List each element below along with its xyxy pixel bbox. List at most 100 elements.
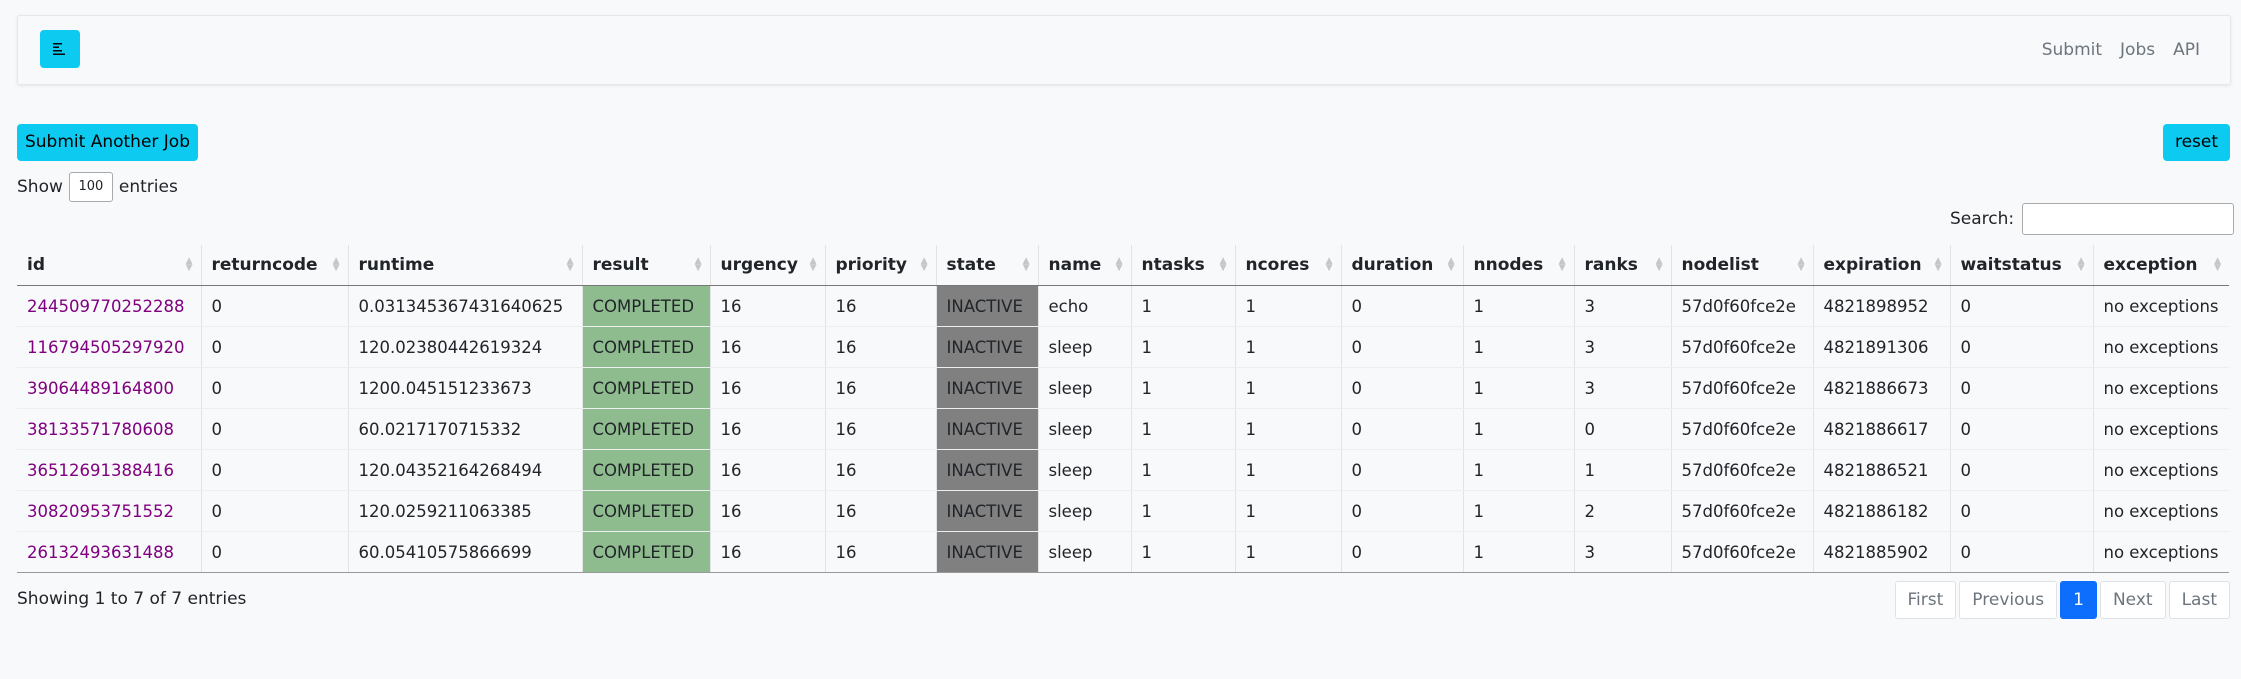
cell-ntasks: 1 (1130, 367, 1235, 409)
nav-link-jobs[interactable]: Jobs (2120, 40, 2155, 60)
cell-ranks: 0 (1573, 408, 1671, 450)
column-header-urgency[interactable]: urgency ▲ ▼ (709, 245, 825, 286)
cell-ncores: 1 (1234, 408, 1341, 450)
column-header-ranks[interactable]: ranks ▲ ▼ (1573, 245, 1671, 286)
table-row: 116794505297920 0 120.02380442619324 COMPLE… (17, 326, 2229, 368)
pagination: First Previous 1 Next Last (1894, 581, 2230, 619)
show-label: Show (17, 177, 63, 197)
column-header-nodelist[interactable]: nodelist ▲ ▼ (1670, 245, 1813, 286)
cell-waitstatus: 0 (1949, 449, 2093, 491)
cell-priority: 16 (824, 531, 936, 573)
column-header-returncode[interactable]: returncode ▲ ▼ (200, 245, 348, 286)
menu-toggle-button[interactable] (40, 30, 80, 68)
job-id-link[interactable]: 36512691388416 (27, 461, 174, 480)
nav-link-submit[interactable]: Submit (2042, 40, 2102, 60)
table-row: 39064489164800 0 1200.045151233673 COMPLETE… (17, 367, 2229, 409)
table-row: 30820953751552 0 120.0259211063385 COMPLETE… (17, 490, 2229, 532)
column-header-result[interactable]: result ▲ ▼ (581, 245, 710, 286)
sort-icon: ▲ ▼ (1115, 256, 1123, 273)
cell-exception: no exceptions (2092, 490, 2229, 532)
column-header-waitstatus[interactable]: waitstatus ▲ ▼ (1949, 245, 2093, 286)
cell-urgency: 16 (709, 285, 825, 327)
cell-nodelist: 57d0f60fce2e (1670, 285, 1813, 327)
column-header-label: id (27, 255, 45, 275)
sort-icon: ▲ ▼ (2077, 256, 2085, 273)
job-id-link[interactable]: 116794505297920 (27, 338, 184, 357)
sort-icon: ▲ ▼ (1934, 256, 1942, 273)
search-input[interactable] (2022, 203, 2235, 235)
column-header-name[interactable]: name ▲ ▼ (1037, 245, 1131, 286)
cell-exception: no exceptions (2092, 326, 2229, 368)
job-id-link[interactable]: 244509770252288 (27, 297, 184, 316)
column-header-nnodes[interactable]: nnodes ▲ ▼ (1462, 245, 1574, 286)
cell-ntasks: 1 (1130, 531, 1235, 573)
cell-waitstatus: 0 (1949, 490, 2093, 532)
column-header-label: ntasks (1141, 255, 1205, 275)
cell-runtime: 120.02380442619324 (347, 326, 582, 368)
cell-exception: no exceptions (2092, 449, 2229, 491)
column-header-label: ncores (1245, 255, 1310, 275)
cell-ncores: 1 (1234, 531, 1341, 573)
search-label: Search: (1950, 209, 2015, 229)
entries-length-select[interactable]: 100 (68, 172, 113, 202)
cell-runtime: 120.04352164268494 (347, 449, 582, 491)
cell-expiration: 4821891306 (1812, 326, 1950, 368)
column-header-expiration[interactable]: expiration ▲ ▼ (1812, 245, 1950, 286)
column-header-runtime[interactable]: runtime ▲ ▼ (347, 245, 582, 286)
pagination-first[interactable]: First (1894, 581, 1957, 619)
cell-urgency: 16 (709, 408, 825, 450)
column-header-label: result (592, 255, 649, 275)
cell-state: INACTIVE (935, 326, 1038, 368)
cell-urgency: 16 (709, 367, 825, 409)
cell-waitstatus: 0 (1949, 408, 2093, 450)
sort-icon: ▲ ▼ (1219, 256, 1227, 273)
cell-state: INACTIVE (935, 490, 1038, 532)
job-id-link[interactable]: 26132493631488 (27, 543, 174, 562)
cell-id: 116794505297920 (17, 326, 201, 368)
cell-expiration: 4821886182 (1812, 490, 1950, 532)
job-id-link[interactable]: 30820953751552 (27, 502, 174, 521)
column-header-id[interactable]: id ▲ ▼ (17, 245, 201, 286)
sort-icon: ▲ ▼ (1022, 256, 1030, 273)
pagination-1[interactable]: 1 (2060, 581, 2097, 619)
column-header-exception[interactable]: exception ▲ ▼ (2092, 245, 2229, 286)
menu-icon (53, 43, 65, 55)
pagination-previous[interactable]: Previous (1959, 581, 2058, 619)
cell-waitstatus: 0 (1949, 367, 2093, 409)
cell-waitstatus: 0 (1949, 285, 2093, 327)
cell-state: INACTIVE (935, 408, 1038, 450)
cell-expiration: 4821886673 (1812, 367, 1950, 409)
column-header-ncores[interactable]: ncores ▲ ▼ (1234, 245, 1341, 286)
cell-priority: 16 (824, 367, 936, 409)
column-header-label: ranks (1584, 255, 1638, 275)
cell-nodelist: 57d0f60fce2e (1670, 490, 1813, 532)
cell-expiration: 4821886617 (1812, 408, 1950, 450)
cell-exception: no exceptions (2092, 367, 2229, 409)
top-navbar: Submit Jobs API (17, 15, 2231, 85)
column-header-ntasks[interactable]: ntasks ▲ ▼ (1130, 245, 1235, 286)
cell-ntasks: 1 (1130, 285, 1235, 327)
job-id-link[interactable]: 39064489164800 (27, 379, 174, 398)
submit-another-job-button[interactable]: Submit Another Job (17, 124, 198, 161)
reset-button[interactable]: reset (2163, 124, 2230, 161)
pagination-last[interactable]: Last (2168, 581, 2230, 619)
cell-returncode: 0 (200, 449, 348, 491)
column-header-state[interactable]: state ▲ ▼ (935, 245, 1038, 286)
column-header-duration[interactable]: duration ▲ ▼ (1340, 245, 1463, 286)
cell-exception: no exceptions (2092, 285, 2229, 327)
cell-nodelist: 57d0f60fce2e (1670, 531, 1813, 573)
nav-link-api[interactable]: API (2173, 40, 2200, 60)
cell-result: COMPLETED (581, 367, 710, 409)
cell-urgency: 16 (709, 531, 825, 573)
cell-nodelist: 57d0f60fce2e (1670, 408, 1813, 450)
entries-length-value: 100 (78, 179, 104, 194)
cell-priority: 16 (824, 449, 936, 491)
pagination-next[interactable]: Next (2099, 581, 2166, 619)
table-row: 36512691388416 0 120.04352164268494 COMPLET… (17, 449, 2229, 491)
cell-name: sleep (1037, 531, 1131, 573)
column-header-priority[interactable]: priority ▲ ▼ (824, 245, 936, 286)
cell-nnodes: 1 (1462, 449, 1574, 491)
job-id-link[interactable]: 38133571780608 (27, 420, 174, 439)
cell-expiration: 4821898952 (1812, 285, 1950, 327)
cell-ranks: 3 (1573, 531, 1671, 573)
